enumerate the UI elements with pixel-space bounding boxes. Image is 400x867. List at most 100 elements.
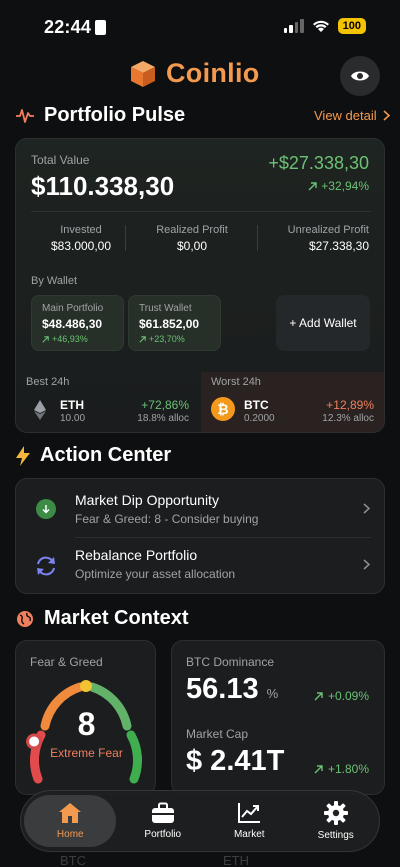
total-profit-pct-text: +32,94% [321, 179, 369, 193]
wallet-change: +46,93% [42, 334, 113, 344]
portfolio-pulse-card[interactable]: Total Value $110.338,30 +$27.338,30 +32,… [15, 138, 385, 433]
chevron-right-icon [363, 503, 370, 514]
action-item-market-dip[interactable]: Market Dip Opportunity Fear & Greed: 8 -… [16, 479, 386, 537]
unrealized-label: Unrealized Profit [287, 224, 369, 236]
unrealized-stat: Unrealized Profit $27.338,30 [259, 224, 369, 253]
realized-label: Realized Profit [156, 224, 228, 236]
divider [257, 225, 258, 251]
signal-icon [283, 19, 304, 33]
nav-portfolio[interactable]: Portfolio [123, 802, 203, 840]
dominance-unit: % [266, 686, 279, 701]
nav-home[interactable]: Home [24, 795, 117, 847]
globe-icon [17, 610, 33, 627]
wallet-change: +23,70% [139, 334, 210, 344]
view-detail-link[interactable]: View detail [314, 108, 390, 123]
invested-label: Invested [60, 224, 102, 236]
partial-row-eth: ETH [223, 853, 249, 867]
status-time: 22:44 [44, 17, 92, 37]
gear-icon [323, 801, 348, 825]
chevron-right-icon [383, 110, 390, 121]
total-value-label: Total Value [31, 153, 90, 167]
arrow-up-right-icon [314, 691, 323, 700]
chart-line-icon [238, 803, 261, 823]
app-name: Coinlio [166, 58, 260, 88]
dominance-change-text: +0.09% [327, 689, 369, 703]
realized-stat: Realized Profit $0,00 [142, 224, 242, 253]
action-title: Rebalance Portfolio [75, 547, 198, 563]
action-item-rebalance[interactable]: Rebalance Portfolio Optimize your asset … [16, 537, 386, 595]
total-value: $110.338,30 [31, 171, 175, 201]
home-icon [59, 803, 82, 823]
worst-24h-panel[interactable]: Worst 24h ₿ BTC 0.2000 +12,89% 12.3% all… [201, 372, 384, 432]
arrow-down-icon [36, 499, 56, 519]
market-cap-change: +1.80% [314, 762, 369, 776]
market-cap-value: $ 2.41T [186, 745, 285, 777]
ethereum-icon [34, 400, 46, 420]
fear-greed-card[interactable]: Fear & Greed 8 Extreme Fear [15, 640, 156, 795]
arrow-up-right-icon [314, 764, 323, 773]
wallet-card-main[interactable]: Main Portfolio $48.486,30 +46,93% [31, 295, 124, 351]
nav-label: Home [56, 829, 84, 840]
by-wallet-label: By Wallet [31, 275, 78, 287]
partial-row-btc: BTC [60, 853, 86, 867]
best-symbol: ETH [60, 398, 84, 412]
briefcase-icon [151, 802, 174, 823]
add-wallet-button[interactable]: + Add Wallet [276, 295, 370, 351]
arrow-up-right-icon [139, 335, 146, 343]
toggle-visibility-button[interactable] [340, 56, 380, 96]
fear-greed-text: Extreme Fear [50, 746, 123, 760]
arrow-up-right-icon [42, 335, 49, 343]
pulse-title-text: Portfolio Pulse [44, 104, 186, 126]
nav-label: Market [233, 829, 265, 840]
wallet-card-trust[interactable]: Trust Wallet $61.852,00 +23,70% [128, 295, 221, 351]
total-profit: +$27.338,30 [268, 153, 369, 173]
refresh-icon [37, 556, 55, 576]
bottom-nav: Home Portfolio Market Settings [20, 790, 380, 852]
actions-title-text: Action Center [40, 444, 172, 466]
wallet-change-text: +23,70% [149, 334, 185, 344]
nav-market[interactable]: Market [209, 802, 289, 840]
invested-value: $83.000,00 [50, 239, 112, 253]
dominance-value-group: 56.13 % [186, 673, 278, 706]
best-amount: 10.00 [60, 413, 86, 424]
market-title-text: Market Context [44, 607, 189, 629]
worst-24h-label: Worst 24h [211, 376, 261, 388]
pulse-icon [16, 108, 34, 123]
fear-greed-label: Fear & Greed [30, 655, 103, 669]
wifi-icon [312, 20, 329, 32]
best-24h-panel[interactable]: Best 24h ETH 10.00 +72,86% 18.8% alloc [16, 372, 201, 432]
bitcoin-icon: ₿ [211, 397, 235, 421]
worst-change: +12,89% [326, 398, 374, 412]
realized-value: $0,00 [176, 239, 208, 253]
best-change: +72,86% [141, 398, 189, 412]
divider [125, 225, 126, 251]
wallet-change-text: +46,93% [52, 334, 88, 344]
status-indicators: 100 [283, 18, 366, 34]
dominance-change: +0.09% [314, 689, 369, 703]
wallet-value: $48.486,30 [42, 317, 103, 331]
nav-settings[interactable]: Settings [296, 801, 376, 841]
worst-alloc: 12.3% alloc [322, 413, 374, 424]
nav-label: Settings [317, 830, 354, 841]
action-subtitle: Fear & Greed: 8 - Consider buying [75, 512, 259, 526]
btc-dominance-card[interactable]: BTC Dominance 56.13 % +0.09% Market Cap … [171, 640, 385, 795]
section-title-actions: Action Center [16, 444, 171, 467]
app-logo: Coinlio [128, 58, 260, 89]
lightning-icon [16, 445, 30, 466]
eye-icon [351, 71, 369, 81]
action-title: Market Dip Opportunity [75, 492, 219, 508]
wallet-name: Trust Wallet [139, 303, 192, 314]
dominance-label: BTC Dominance [186, 655, 275, 669]
fear-greed-value: 8 [77, 706, 96, 742]
battery-indicator: 100 [337, 18, 366, 34]
worst-amount: 0.2000 [244, 413, 275, 424]
worst-symbol: BTC [244, 398, 269, 412]
total-profit-pct: +32,94% [308, 179, 369, 193]
section-title-market: Market Context [16, 607, 188, 630]
wallet-name: Main Portfolio [42, 303, 104, 314]
chevron-right-icon [363, 559, 370, 570]
market-cap-change-text: +1.80% [327, 762, 369, 776]
unrealized-value: $27.338,30 [308, 239, 369, 253]
action-subtitle: Optimize your asset allocation [75, 567, 236, 581]
dominance-value: 56.13 [186, 673, 259, 705]
